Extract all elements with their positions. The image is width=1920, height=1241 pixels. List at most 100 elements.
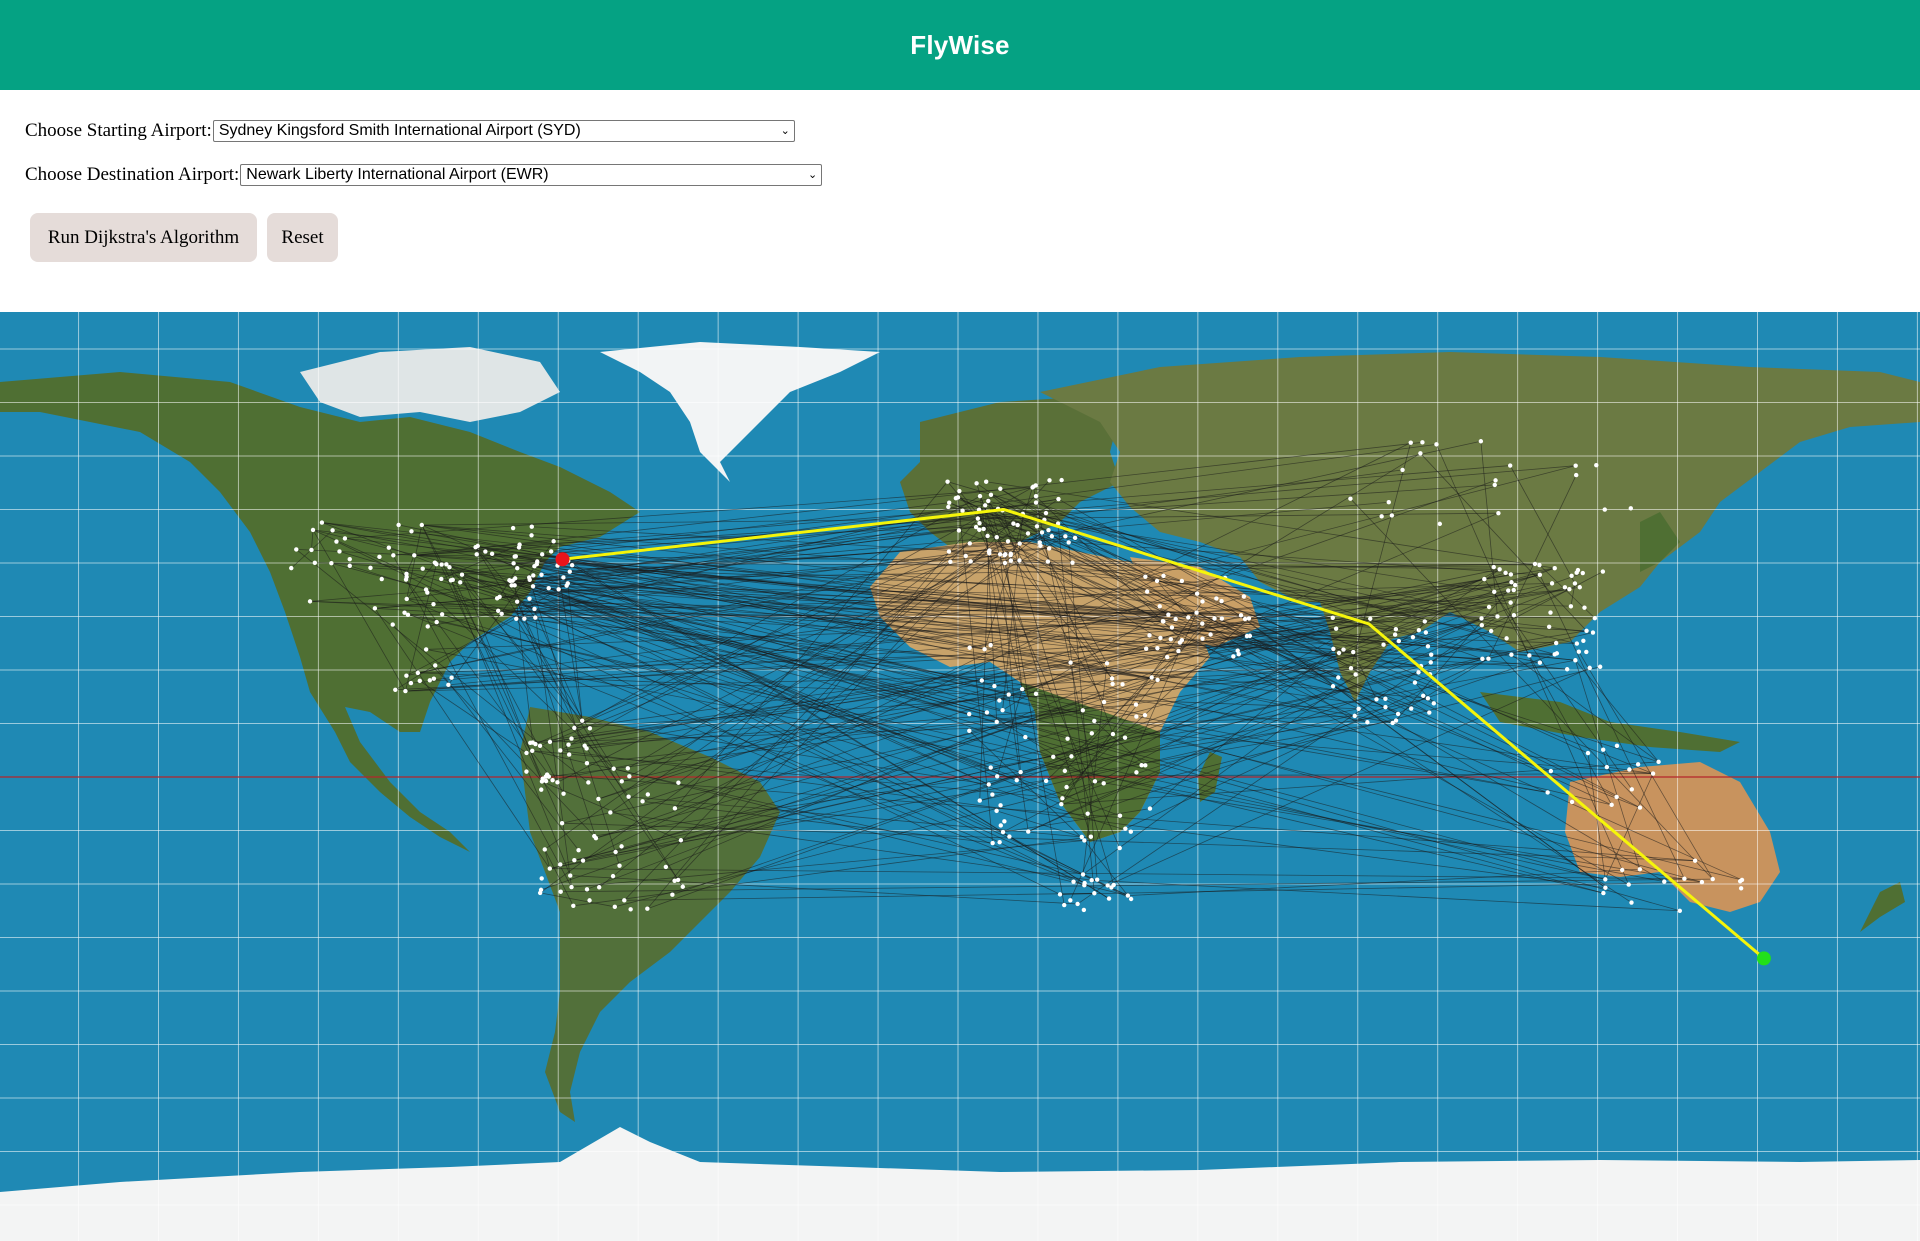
airport-node[interactable] xyxy=(617,863,622,868)
airport-node[interactable] xyxy=(1208,632,1213,637)
airport-node[interactable] xyxy=(1094,877,1100,882)
airport-node[interactable] xyxy=(592,833,597,839)
airport-node[interactable] xyxy=(508,578,513,584)
airport-node[interactable] xyxy=(1065,736,1070,741)
airport-node[interactable] xyxy=(1508,572,1514,577)
airport-node[interactable] xyxy=(448,578,454,583)
airport-node[interactable] xyxy=(547,739,553,745)
airport-node[interactable] xyxy=(1060,796,1065,801)
airport-node[interactable] xyxy=(1059,477,1064,483)
airport-node[interactable] xyxy=(1033,691,1039,697)
airport-node[interactable] xyxy=(1482,576,1487,582)
airport-node[interactable] xyxy=(1532,561,1538,567)
airport-node[interactable] xyxy=(1336,650,1342,656)
airport-node[interactable] xyxy=(546,585,551,591)
airport-node[interactable] xyxy=(611,766,616,771)
airport-node[interactable] xyxy=(1088,834,1094,839)
airport-node[interactable] xyxy=(1548,610,1553,615)
airport-node[interactable] xyxy=(1219,598,1224,604)
airport-node[interactable] xyxy=(1353,672,1358,677)
airport-node[interactable] xyxy=(1128,896,1134,902)
airport-node[interactable] xyxy=(1594,462,1599,468)
airport-node[interactable] xyxy=(514,616,519,621)
airport-node[interactable] xyxy=(1479,623,1485,628)
airport-node[interactable] xyxy=(1351,649,1356,655)
airport-node[interactable] xyxy=(372,606,378,611)
airport-node[interactable] xyxy=(576,847,581,853)
airport-node[interactable] xyxy=(1738,886,1744,891)
airport-node[interactable] xyxy=(439,576,444,582)
airport-node[interactable] xyxy=(1147,633,1152,638)
airport-node[interactable] xyxy=(434,619,439,625)
airport-node[interactable] xyxy=(1081,907,1087,913)
airport-node[interactable] xyxy=(1110,681,1115,687)
airport-node[interactable] xyxy=(1104,661,1110,666)
airport-node[interactable] xyxy=(1537,562,1542,568)
airport-node[interactable] xyxy=(1512,582,1518,588)
reset-button[interactable]: Reset xyxy=(267,213,338,262)
airport-node[interactable] xyxy=(535,559,540,564)
airport-node[interactable] xyxy=(1142,712,1148,718)
airport-node[interactable] xyxy=(571,903,576,908)
airport-node[interactable] xyxy=(975,516,981,521)
airport-node[interactable] xyxy=(986,782,991,787)
airport-node[interactable] xyxy=(1389,513,1395,518)
airport-node[interactable] xyxy=(1109,676,1115,681)
airport-node[interactable] xyxy=(1002,560,1008,566)
airport-node[interactable] xyxy=(586,780,591,785)
airport-node[interactable] xyxy=(538,887,544,893)
airport-node[interactable] xyxy=(527,596,532,601)
airport-node[interactable] xyxy=(1033,500,1039,505)
airport-node[interactable] xyxy=(1576,649,1582,654)
airport-node[interactable] xyxy=(377,554,382,560)
airport-node[interactable] xyxy=(1173,616,1178,622)
airport-node[interactable] xyxy=(1122,735,1128,740)
airport-node[interactable] xyxy=(670,892,675,897)
airport-node[interactable] xyxy=(1089,878,1094,883)
airport-node[interactable] xyxy=(542,847,547,852)
airport-node[interactable] xyxy=(1143,646,1149,651)
airport-node[interactable] xyxy=(1511,612,1517,618)
airport-node[interactable] xyxy=(1574,472,1579,478)
airport-node[interactable] xyxy=(1495,614,1500,619)
airport-node[interactable] xyxy=(529,533,534,538)
airport-node[interactable] xyxy=(569,736,574,741)
airport-node[interactable] xyxy=(307,599,313,604)
airport-node[interactable] xyxy=(1166,612,1171,617)
airport-node[interactable] xyxy=(1043,778,1049,784)
airport-node[interactable] xyxy=(640,799,645,804)
airport-node[interactable] xyxy=(556,587,561,592)
airport-node[interactable] xyxy=(550,777,555,783)
airport-node[interactable] xyxy=(459,572,465,577)
airport-node[interactable] xyxy=(994,774,1000,779)
airport-node[interactable] xyxy=(622,898,627,903)
airport-node[interactable] xyxy=(1374,697,1379,702)
airport-node[interactable] xyxy=(334,539,339,544)
airport-node[interactable] xyxy=(393,687,398,692)
airport-node[interactable] xyxy=(524,769,529,774)
airport-node[interactable] xyxy=(1161,619,1166,624)
airport-node[interactable] xyxy=(539,876,544,881)
airport-node[interactable] xyxy=(1408,440,1413,445)
airport-node[interactable] xyxy=(559,820,565,826)
airport-node[interactable] xyxy=(1017,558,1022,563)
airport-node[interactable] xyxy=(579,718,585,723)
airport-node[interactable] xyxy=(1330,615,1335,620)
airport-node[interactable] xyxy=(1238,613,1244,618)
airport-node[interactable] xyxy=(994,719,999,725)
airport-node[interactable] xyxy=(1421,693,1426,698)
airport-node[interactable] xyxy=(558,889,563,894)
airport-node[interactable] xyxy=(1071,879,1076,884)
airport-node[interactable] xyxy=(625,766,631,771)
airport-node[interactable] xyxy=(1168,637,1174,642)
airport-node[interactable] xyxy=(1212,616,1217,621)
airport-node[interactable] xyxy=(1348,496,1353,501)
world-map[interactable] xyxy=(0,312,1920,1241)
airport-node[interactable] xyxy=(1007,834,1012,839)
airport-node[interactable] xyxy=(404,574,409,580)
airport-node[interactable] xyxy=(1582,605,1587,610)
airport-node[interactable] xyxy=(1396,638,1402,644)
airport-node[interactable] xyxy=(596,796,601,802)
airport-node[interactable] xyxy=(1149,675,1154,680)
airport-node[interactable] xyxy=(529,524,534,529)
